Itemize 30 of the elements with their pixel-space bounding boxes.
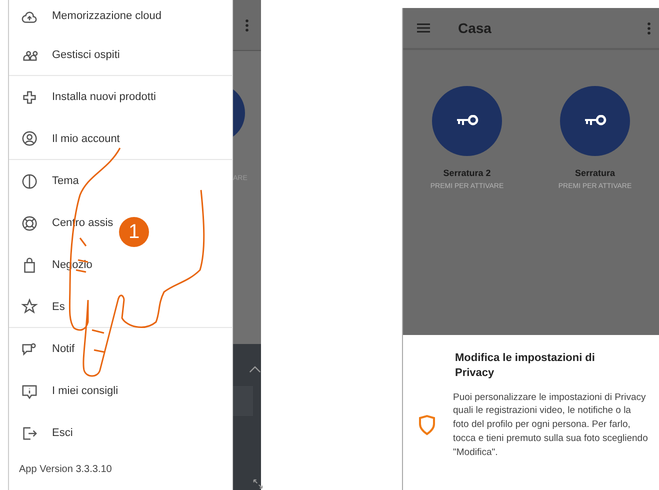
menu-icon[interactable] <box>417 23 430 33</box>
expand-icon <box>253 479 263 489</box>
lifebuoy-icon <box>21 214 38 232</box>
key-icon <box>583 115 607 127</box>
menu-item[interactable]: Esci <box>9 412 77 454</box>
app-version: App Version 3.3.3.10 <box>18 463 113 475</box>
menu-item[interactable]: Gestisci ospiti <box>9 34 232 76</box>
menu-item[interactable]: Il mio account <box>9 118 232 160</box>
bag-icon <box>21 256 38 274</box>
info-bubble-icon <box>21 382 38 400</box>
shield-icon <box>417 414 437 436</box>
sheet-title: Modifica le impostazioni di Privacy <box>455 351 596 381</box>
menu-item[interactable]: I miei consigli <box>9 370 122 412</box>
key-icon <box>455 115 479 127</box>
screen-title: Casa <box>458 20 492 36</box>
device-name: Serratura 2 <box>443 168 491 178</box>
exit-icon <box>21 424 38 442</box>
more-icon <box>245 18 249 32</box>
menu-item[interactable]: Es <box>9 286 232 328</box>
menu-item[interactable]: Installa nuovi prodotti <box>9 76 160 118</box>
menu-item[interactable]: Tema <box>9 160 83 202</box>
sheet-text: Puoi personalizzare le impostazioni di Privacy quali le registrazioni video, le notifiche o la foto del profilo per ogni persona. Per farlo, tocca e tieni premuto sulla sua foto scegliendo "Modifica". <box>453 390 649 460</box>
more-icon[interactable] <box>647 22 651 34</box>
menu-item[interactable]: Notif <box>9 328 79 370</box>
chat-bubble-icon <box>21 340 38 358</box>
device-name: Serratura <box>574 168 616 178</box>
menu-item[interactable]: Memorizzazione cloud <box>9 0 166 34</box>
chevron-up-icon <box>249 366 261 373</box>
star-icon <box>21 298 38 315</box>
plus-icon <box>21 88 38 106</box>
